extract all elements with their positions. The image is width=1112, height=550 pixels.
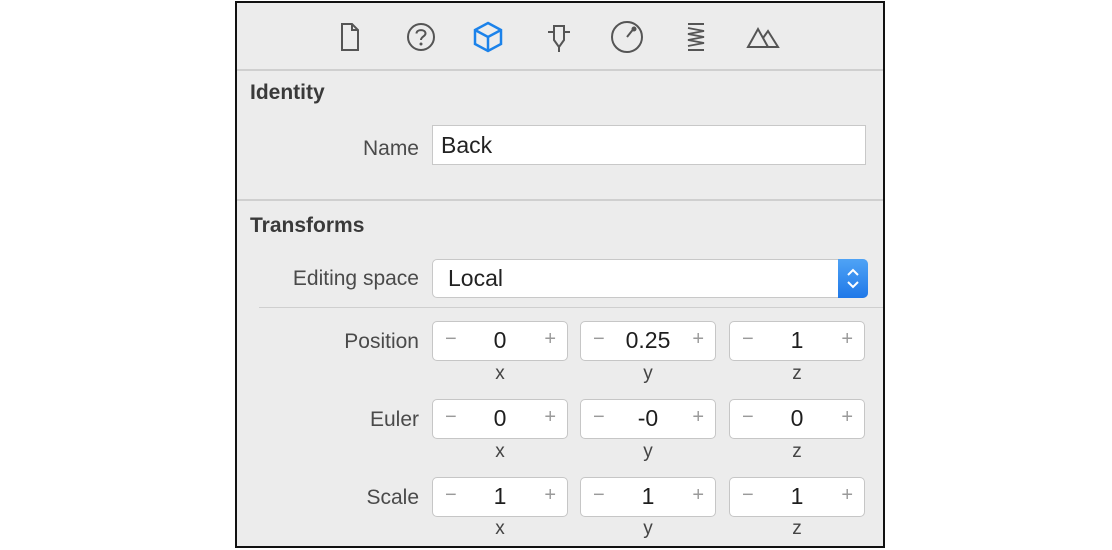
identity-divider — [237, 199, 883, 201]
help-icon — [407, 23, 435, 51]
scale-y-stepper[interactable]: − 1 + — [580, 477, 716, 517]
increment-button[interactable]: + — [544, 328, 556, 351]
scale-y-value[interactable]: 1 — [609, 483, 687, 510]
position-y-stepper[interactable]: − 0.25 + — [580, 321, 716, 361]
euler-z-value[interactable]: 0 — [758, 405, 836, 432]
scale-z-stepper[interactable]: − 1 + — [729, 477, 865, 517]
decrement-button[interactable]: − — [742, 328, 754, 351]
file-icon — [341, 23, 359, 51]
file-inspector-tab[interactable] — [329, 17, 369, 57]
euler-y-value[interactable]: -0 — [609, 405, 687, 432]
physics-icon — [611, 21, 643, 53]
environment-inspector-tab[interactable] — [743, 17, 783, 57]
decrement-button[interactable]: − — [742, 406, 754, 429]
scale-x-stepper[interactable]: − 1 + — [432, 477, 568, 517]
inspector-panel: Identity Name Back Transforms Editing sp… — [235, 1, 885, 548]
increment-button[interactable]: + — [692, 406, 704, 429]
axis-label-z: z — [792, 363, 802, 384]
name-label: Name — [362, 137, 419, 160]
node-inspector-tab[interactable] — [468, 17, 508, 57]
help-inspector-tab[interactable] — [401, 17, 441, 57]
scale-label: Scale — [366, 486, 419, 509]
scale-x-value[interactable]: 1 — [461, 483, 539, 510]
position-z-stepper[interactable]: − 1 + — [729, 321, 865, 361]
increment-button[interactable]: + — [692, 484, 704, 507]
attributes-inspector-tab[interactable] — [539, 17, 579, 57]
decrement-button[interactable]: − — [445, 484, 457, 507]
euler-y-stepper[interactable]: − -0 + — [580, 399, 716, 439]
mountains-icon — [746, 26, 780, 48]
toolbar-divider — [237, 69, 883, 71]
transforms-divider — [259, 307, 883, 308]
increment-button[interactable]: + — [841, 406, 853, 429]
attributes-icon — [548, 25, 570, 52]
inspector-toolbar — [237, 3, 883, 71]
position-x-stepper[interactable]: − 0 + — [432, 321, 568, 361]
axis-label-z: z — [792, 518, 802, 539]
physics-fields-inspector-tab[interactable] — [676, 17, 716, 57]
increment-button[interactable]: + — [692, 328, 704, 351]
name-field[interactable]: Back — [432, 125, 866, 165]
axis-label-x: x — [495, 363, 505, 384]
axis-label-y: y — [643, 441, 653, 462]
identity-section-title: Identity — [250, 81, 325, 104]
decrement-button[interactable]: − — [742, 484, 754, 507]
decrement-button[interactable]: − — [445, 328, 457, 351]
increment-button[interactable]: + — [841, 484, 853, 507]
axis-label-y: y — [643, 363, 653, 384]
editing-space-label: Editing space — [292, 267, 419, 290]
euler-z-stepper[interactable]: − 0 + — [729, 399, 865, 439]
increment-button[interactable]: + — [841, 328, 853, 351]
increment-button[interactable]: + — [544, 406, 556, 429]
axis-label-x: x — [495, 518, 505, 539]
position-z-value[interactable]: 1 — [758, 327, 836, 354]
increment-button[interactable]: + — [544, 484, 556, 507]
decrement-button[interactable]: − — [593, 484, 605, 507]
euler-x-stepper[interactable]: − 0 + — [432, 399, 568, 439]
decrement-button[interactable]: − — [445, 406, 457, 429]
select-arrows-icon — [838, 259, 868, 298]
axis-label-y: y — [643, 518, 653, 539]
position-label: Position — [344, 330, 419, 353]
axis-label-z: z — [792, 441, 802, 462]
editing-space-value: Local — [448, 265, 503, 291]
euler-x-value[interactable]: 0 — [461, 405, 539, 432]
physics-inspector-tab[interactable] — [607, 17, 647, 57]
editing-space-select[interactable]: Local — [432, 259, 868, 298]
transforms-section-title: Transforms — [250, 214, 365, 237]
axis-label-x: x — [495, 441, 505, 462]
spring-icon — [687, 23, 705, 51]
position-x-value[interactable]: 0 — [461, 327, 539, 354]
position-y-value[interactable]: 0.25 — [609, 327, 687, 354]
decrement-button[interactable]: − — [593, 328, 605, 351]
cube-icon — [473, 21, 503, 53]
decrement-button[interactable]: − — [593, 406, 605, 429]
scale-z-value[interactable]: 1 — [758, 483, 836, 510]
euler-label: Euler — [369, 408, 419, 431]
